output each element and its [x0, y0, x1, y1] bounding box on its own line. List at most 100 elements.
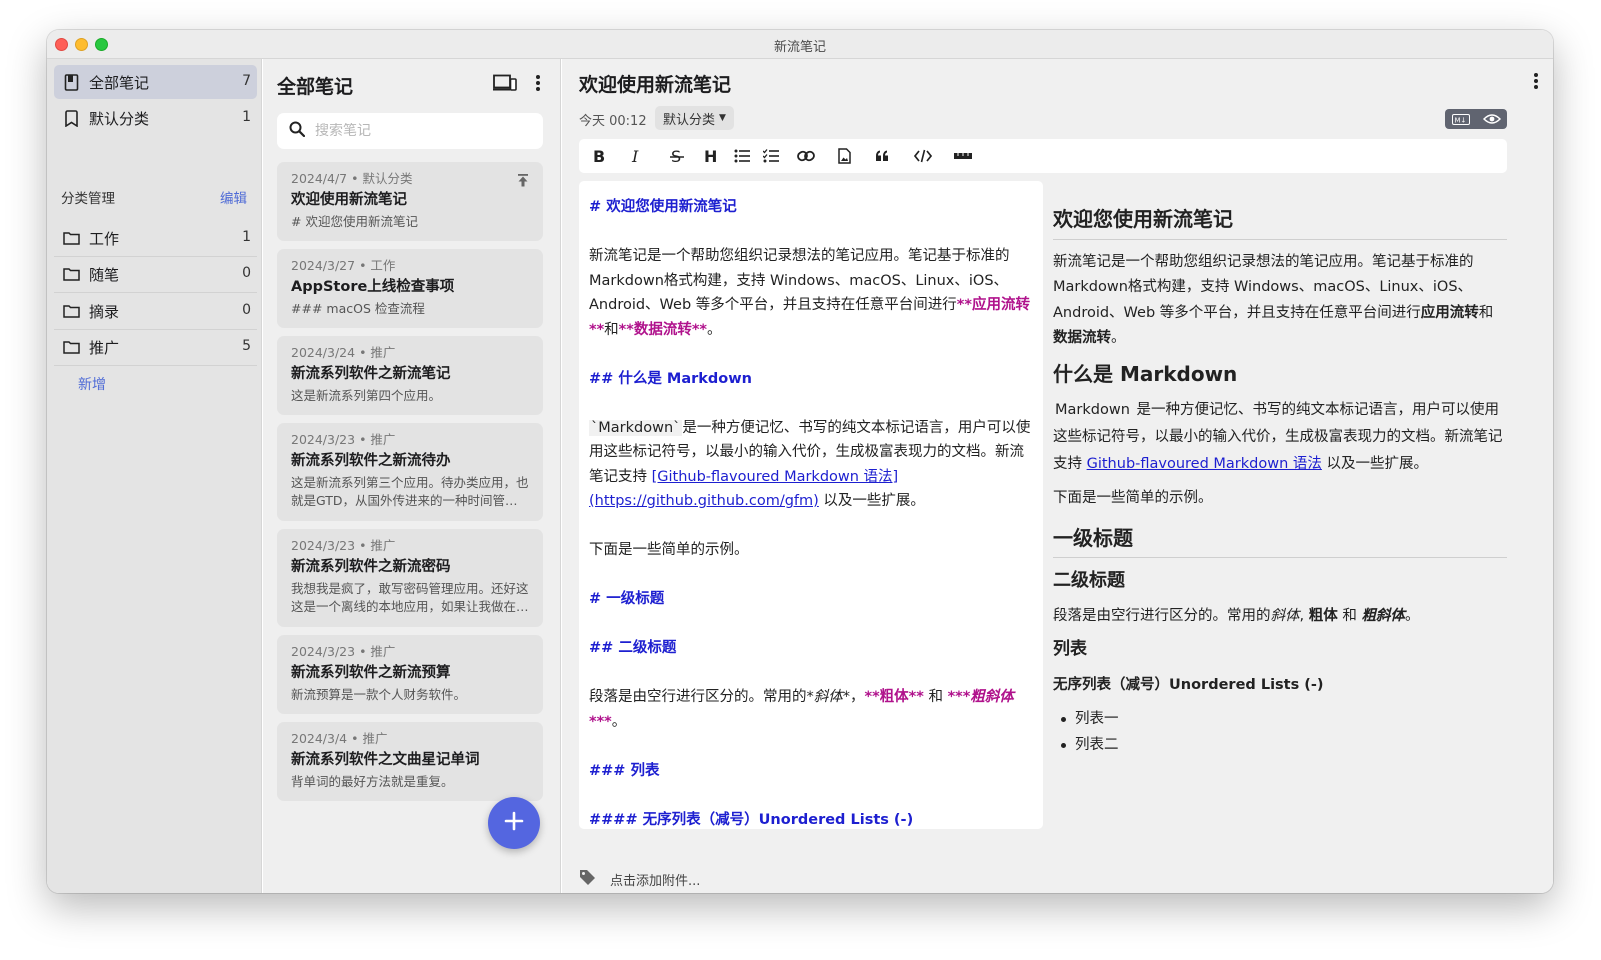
preview-heading-1: 一级标题	[1053, 526, 1507, 558]
search-icon	[289, 121, 306, 141]
preview-inline-code: Markdown	[1053, 402, 1132, 418]
svg-text:S: S	[671, 148, 681, 164]
note-preview: 背单词的最好方法就是重复。	[291, 774, 454, 789]
note-card[interactable]: 2024/3/4 • 推广 新流系列软件之文曲星记单词 背单词的最好方法就是重复…	[277, 722, 543, 801]
md-bold: **粗体**	[864, 689, 924, 705]
md-heading-2: ## 什么是 Markdown	[589, 370, 752, 387]
horizontal-rule-icon[interactable]	[953, 147, 973, 165]
md-text: 和	[923, 689, 948, 705]
markdown-badge-text: M↓	[1454, 116, 1466, 124]
preview-text: 和	[1478, 304, 1494, 321]
category-label: 默认分类	[663, 112, 716, 128]
preview-eye-icon[interactable]	[1476, 109, 1507, 129]
folder-count: 1	[242, 229, 251, 245]
new-note-button[interactable]	[488, 797, 540, 849]
note-date: 今天 00:12	[579, 114, 647, 129]
app-window: 新流笔记 全部笔记 7 默认分类 1 分类管理 编辑 工作 1 随笔 0 摘录 …	[47, 30, 1553, 893]
editor-panel: 欢迎使用新流笔记 今天 00:12 默认分类 ▼ M↓ B I S H # 欢迎…	[562, 59, 1553, 893]
preview-text: 新流笔记是一个帮助您组织记录想法的笔记应用。笔记基于标准的Markdown格式构…	[1053, 253, 1474, 321]
bullet-list-icon[interactable]	[732, 147, 752, 165]
add-category-link[interactable]: 新增	[78, 374, 106, 394]
code-icon[interactable]	[913, 147, 933, 165]
note-title: 新流系列软件之新流预算	[291, 665, 451, 681]
sidebar: 全部笔记 7 默认分类 1 分类管理 编辑 工作 1 随笔 0 摘录 0 推广 …	[47, 59, 262, 893]
note-card[interactable]: 2024/3/23 • 推广 新流系列软件之新流待办 这是新流系列第三个应用。待…	[277, 423, 543, 521]
markdown-mode-button[interactable]: M↓	[1445, 109, 1476, 129]
folder-label: 推广	[89, 338, 120, 357]
md-heading-3: ### 列表	[589, 762, 660, 779]
list-item: 列表一	[1061, 706, 1507, 732]
markdown-source-editor[interactable]: # 欢迎您使用新流笔记 新流笔记是一个帮助您组织记录想法的笔记应用。笔记基于标准…	[579, 181, 1043, 829]
edit-categories-link[interactable]: 编辑	[220, 187, 247, 207]
strikethrough-icon[interactable]: S	[667, 147, 687, 165]
note-meta: 2024/3/23 • 推广	[291, 644, 396, 659]
folder-icon	[62, 229, 80, 247]
note-card[interactable]: 2024/3/23 • 推广 新流系列软件之新流预算 新流预算是一款个人财务软件…	[277, 635, 543, 714]
sidebar-folder-excerpt[interactable]: 摘录 0	[54, 294, 257, 328]
folder-count: 0	[242, 265, 251, 281]
list-item: 列表二	[1061, 732, 1507, 758]
sidebar-item-label: 全部笔记	[89, 73, 150, 92]
md-italic: *斜体*	[806, 689, 851, 705]
md-inline-code: `Markdown`	[589, 419, 683, 436]
folder-icon	[62, 338, 80, 356]
sidebar-item-all-notes[interactable]: 全部笔记 7	[54, 65, 257, 99]
divider	[54, 365, 257, 366]
sidebar-folder-promotion[interactable]: 推广 5	[54, 330, 257, 364]
image-file-icon[interactable]	[834, 147, 854, 165]
md-text: 。	[707, 321, 722, 338]
bold-icon[interactable]: B	[589, 147, 609, 165]
quote-icon[interactable]	[872, 147, 892, 165]
window-title: 新流笔记	[773, 40, 826, 55]
note-preview: 我想我是疯了，敢写密码管理应用。还好这这是一个离线的本地应用，如果让我做在线的	[291, 581, 529, 614]
sidebar-item-label: 默认分类	[89, 109, 150, 128]
divider	[54, 292, 257, 293]
sidebar-folder-essay[interactable]: 随笔 0	[54, 257, 257, 291]
attachment-label: 点击添加附件...	[610, 873, 701, 889]
md-text: 段落是由空行进行区分的。常用的	[589, 689, 807, 705]
preview-link[interactable]: Github-flavoured Markdown 语法	[1087, 456, 1322, 472]
note-meta: 2024/3/23 • 推广	[291, 432, 396, 447]
note-preview: 这是新流系列第四个应用。	[291, 388, 442, 403]
category-dropdown[interactable]: 默认分类 ▼	[655, 106, 734, 130]
preview-text: 下面是一些简单的示例。	[1053, 490, 1213, 506]
folder-count: 5	[242, 338, 251, 354]
note-card[interactable]: 2024/3/27 • 工作 AppStore上线检查事项 ### macOS …	[277, 249, 543, 328]
search-box[interactable]	[277, 113, 543, 149]
note-count: 1	[242, 109, 251, 125]
md-text: 和	[604, 321, 619, 338]
note-card[interactable]: 2024/4/7 • 默认分类 欢迎使用新流笔记 # 欢迎您使用新流笔记	[277, 162, 543, 241]
add-attachment-button[interactable]: 点击添加附件...	[579, 869, 700, 889]
formatting-toolbar: B I S H	[579, 139, 1507, 173]
note-title: 欢迎使用新流笔记	[291, 192, 407, 208]
search-input[interactable]	[315, 123, 515, 139]
italic-icon[interactable]: I	[627, 147, 647, 165]
note-preview: # 欢迎您使用新流笔记	[291, 214, 418, 229]
note-title: 新流系列软件之新流笔记	[291, 366, 451, 382]
link-icon[interactable]	[796, 147, 816, 165]
preview-bold: 粗体	[1308, 607, 1338, 624]
note-card[interactable]: 2024/3/23 • 推广 新流系列软件之新流密码 我想我是疯了，敢写密码管理…	[277, 529, 543, 627]
note-title-heading[interactable]: 欢迎使用新流笔记	[579, 70, 731, 97]
sidebar-item-default-category[interactable]: 默认分类 1	[54, 101, 257, 135]
pin-top-icon[interactable]	[517, 172, 529, 191]
preview-heading-1: 欢迎您使用新流笔记	[1053, 207, 1507, 240]
markdown-preview: 欢迎您使用新流笔记 新流笔记是一个帮助您组织记录想法的笔记应用。笔记基于标准的M…	[1053, 181, 1507, 829]
view-mode-switch[interactable]: M↓	[1445, 109, 1507, 129]
more-vertical-icon[interactable]	[1533, 72, 1539, 94]
sidebar-folder-work[interactable]: 工作 1	[54, 221, 257, 255]
folder-label: 随笔	[89, 265, 120, 284]
preview-bold: 应用流转	[1420, 304, 1479, 321]
devices-icon[interactable]	[493, 74, 517, 96]
folder-icon	[62, 302, 80, 320]
note-card[interactable]: 2024/3/24 • 推广 新流系列软件之新流笔记 这是新流系列第四个应用。	[277, 336, 543, 415]
svg-text:B: B	[593, 148, 605, 164]
heading-icon[interactable]: H	[701, 147, 721, 165]
note-meta: 2024/3/4 • 推广	[291, 731, 388, 746]
task-list-icon[interactable]	[761, 147, 781, 165]
preview-bold: 数据流转	[1053, 330, 1111, 346]
preview-text: 。	[1404, 607, 1420, 624]
note-title: 新流系列软件之新流密码	[291, 559, 451, 575]
more-vertical-icon[interactable]	[535, 74, 541, 96]
note-meta: 2024/4/7 • 默认分类	[291, 171, 413, 186]
